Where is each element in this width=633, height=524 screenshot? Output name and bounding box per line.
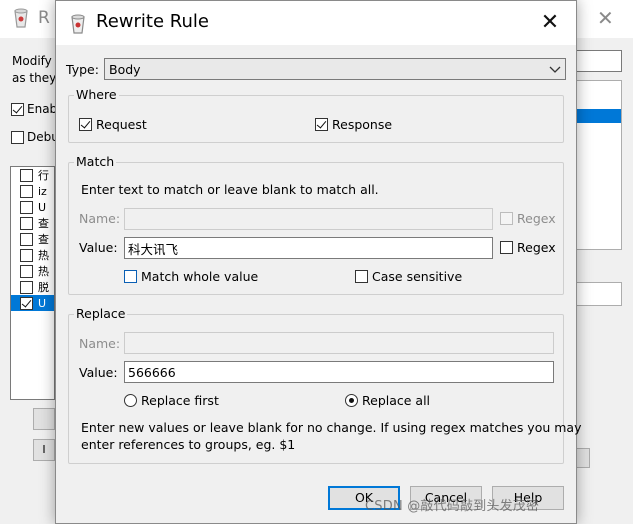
checkbox-icon — [500, 212, 513, 225]
background-rule-list[interactable]: 行 iz U 查 查 热 热 脱 U — [10, 166, 55, 400]
background-button[interactable] — [33, 408, 55, 430]
dialog-titlebar: Rewrite Rule ✕ — [56, 1, 576, 45]
case-sensitive-checkbox[interactable]: Case sensitive — [355, 269, 462, 284]
checkbox-icon — [79, 118, 92, 131]
match-name-input[interactable] — [124, 208, 493, 230]
match-name-label: Name: — [79, 211, 121, 226]
checkbox-icon — [500, 241, 513, 254]
list-item[interactable]: 热 — [11, 263, 54, 279]
type-label: Type: — [66, 62, 99, 77]
background-debug-checkbox[interactable]: Debu — [11, 130, 59, 144]
background-description-line-2: as they — [12, 71, 57, 85]
background-right-button[interactable] — [576, 448, 590, 468]
checkbox-icon — [124, 270, 137, 283]
list-item[interactable]: 查 — [11, 231, 54, 247]
checkbox-icon — [315, 118, 328, 131]
list-item[interactable]: iz — [11, 183, 54, 199]
replace-help-line-1: Enter new values or leave blank for no c… — [81, 420, 582, 435]
match-name-regex-checkbox[interactable]: Regex — [500, 211, 556, 226]
background-window-title: R — [38, 8, 50, 28]
background-right-list-selection — [576, 109, 621, 123]
response-checkbox[interactable]: Response — [315, 117, 392, 132]
replace-help-line-2: enter references to groups, eg. $1 — [81, 437, 296, 452]
match-value-regex-checkbox[interactable]: Regex — [500, 240, 556, 255]
list-item-selected[interactable]: U — [11, 295, 54, 311]
where-group: Where Request Response — [68, 87, 564, 143]
checkbox-icon — [11, 130, 24, 144]
match-value-input[interactable]: 科大讯飞 — [124, 237, 493, 259]
list-item[interactable]: 行 — [11, 167, 54, 183]
app-icon — [71, 14, 85, 34]
type-dropdown-value: Body — [109, 61, 141, 77]
list-item[interactable]: 查 — [11, 215, 54, 231]
close-icon[interactable]: ✕ — [532, 9, 568, 39]
radio-icon — [124, 394, 137, 407]
replace-legend: Replace — [74, 306, 128, 321]
replace-all-radio[interactable]: Replace all — [345, 393, 430, 408]
checkbox-icon — [11, 102, 24, 116]
match-value-label: Value: — [79, 240, 118, 255]
replace-group: Replace Name: Value: 566666 Replace firs… — [68, 306, 581, 464]
type-dropdown[interactable]: Body — [104, 58, 566, 80]
match-group: Match Enter text to match or leave blank… — [68, 154, 564, 295]
background-close-icon[interactable]: ✕ — [597, 6, 614, 30]
replace-name-label: Name: — [79, 336, 121, 351]
watermark: CSDN @敲代码敲到头发茂密 — [365, 499, 540, 514]
radio-icon — [345, 394, 358, 407]
replace-value-label: Value: — [79, 365, 118, 380]
checkbox-icon — [355, 270, 368, 283]
replace-value-input[interactable]: 566666 — [124, 361, 554, 383]
replace-first-radio[interactable]: Replace first — [124, 393, 219, 408]
background-enable-checkbox[interactable]: Enab — [11, 102, 57, 116]
app-icon — [14, 8, 28, 28]
replace-name-input[interactable] — [124, 332, 554, 354]
response-label: Response — [332, 117, 393, 132]
background-right-box[interactable] — [575, 282, 622, 306]
list-item[interactable]: 热 — [11, 247, 54, 263]
list-item[interactable]: U — [11, 199, 54, 215]
request-label: Request — [96, 117, 147, 132]
background-description-line-1: Modify — [12, 54, 52, 68]
match-legend: Match — [74, 154, 117, 169]
background-button-2[interactable]: I — [33, 439, 55, 461]
dialog-title: Rewrite Rule — [96, 11, 209, 32]
match-whole-value-checkbox[interactable]: Match whole value — [124, 269, 258, 284]
list-item[interactable]: 脱 — [11, 279, 54, 295]
match-instruction: Enter text to match or leave blank to ma… — [81, 182, 379, 197]
background-right-list[interactable] — [575, 80, 622, 250]
chevron-down-icon — [549, 66, 561, 73]
where-legend: Where — [74, 87, 119, 102]
request-checkbox[interactable]: Request — [79, 117, 147, 132]
rewrite-rule-dialog: Rewrite Rule ✕ Type: Body Where Request … — [55, 0, 581, 524]
background-right-input[interactable] — [575, 50, 622, 72]
